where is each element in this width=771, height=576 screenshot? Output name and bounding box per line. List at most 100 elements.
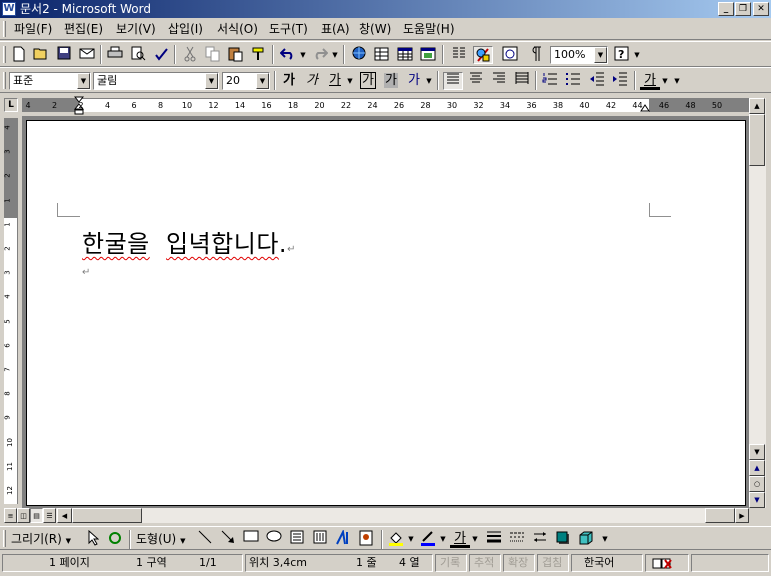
underline-button[interactable]: 가 [325,72,345,90]
char-scale-button[interactable]: 가 [404,72,424,90]
body-paragraph[interactable]: 한굴을 입녁합니다.↵ ↵ [82,229,296,279]
scroll-down-button[interactable]: ▼ [749,444,765,460]
style-combo[interactable]: 표준 ▼ [9,72,91,90]
line-color-icon[interactable] [418,530,438,548]
select-browse-object-button[interactable]: ○ [749,476,765,492]
char-scale-dropdown[interactable]: ▼ [425,72,433,90]
status-ovr[interactable]: 겹침 [537,554,569,572]
bold-button[interactable]: 가 [279,72,299,90]
increase-indent-icon[interactable] [610,72,630,90]
status-ext[interactable]: 확장 [503,554,535,572]
chevron-down-icon[interactable]: ▼ [256,73,269,89]
close-button[interactable]: ✕ [753,2,769,16]
scroll-up-button[interactable]: ▲ [749,98,765,114]
scroll-right-button[interactable]: ▶ [735,508,749,523]
scroll-left-button[interactable]: ◀ [57,508,72,523]
print-icon[interactable] [105,46,125,64]
line-color-dropdown[interactable]: ▼ [439,530,447,548]
char-shading-button[interactable]: 가 [381,72,401,90]
3d-icon[interactable] [576,530,596,548]
save-icon[interactable] [54,46,74,64]
undo-icon[interactable] [278,46,298,64]
undo-dropdown[interactable]: ▼ [299,46,307,64]
spelling-status-panel[interactable] [645,554,689,572]
distributed-icon[interactable] [512,72,532,90]
spelling-icon[interactable] [151,46,171,64]
minimize-button[interactable]: _ [718,2,734,16]
vertical-ruler[interactable]: 4 3 2 1 1 2 3 4 5 6 7 8 9 10 11 12 [4,118,18,504]
next-page-button[interactable]: ▼ [749,492,765,508]
vertical-scrollbar[interactable]: ▲ ▼ ▲ ○ ▼ [749,98,766,508]
zoom-combo[interactable]: 100% ▼ [550,46,608,64]
oval-icon[interactable] [264,530,284,548]
font-color-button[interactable]: 가 [640,72,660,90]
draw-menu-button[interactable]: 그리기(R) ▼ [11,531,71,547]
menu-table[interactable]: 표(A) [320,21,351,37]
normal-view-button[interactable]: ≡ [4,508,17,523]
dash-style-icon[interactable] [507,530,527,548]
horizontal-scrollbar[interactable]: ≡ ◫ ▤ ☰ ◀ ▶ [4,508,749,523]
shadow-icon[interactable] [553,530,573,548]
scroll-thumb[interactable] [749,114,765,166]
wordart-icon[interactable] [333,528,353,548]
decrease-indent-icon[interactable] [587,72,607,90]
font-color-dropdown[interactable]: ▼ [471,530,479,548]
drawing-icon[interactable] [473,46,493,64]
text-box-icon[interactable] [287,530,307,548]
draw-font-color-button[interactable]: 가 [450,530,470,548]
misspelled-word[interactable]: 입녁합니다 [166,230,279,258]
print-layout-view-button[interactable]: ▤ [30,508,43,523]
menu-edit[interactable]: 편집(E) [63,21,104,37]
hscroll-thumb[interactable] [72,508,142,523]
tab-selector[interactable]: L [4,98,18,112]
line-icon[interactable] [195,530,215,548]
toolbar-grip[interactable] [3,72,6,89]
chevron-down-icon[interactable]: ▼ [205,73,218,89]
status-language[interactable]: 한국어 [571,554,643,572]
rectangle-icon[interactable] [241,530,261,548]
font-size-combo[interactable]: 20 ▼ [222,72,270,90]
format-painter-icon[interactable] [249,46,269,64]
toolbar-grip[interactable] [3,46,6,63]
bullets-icon[interactable] [563,72,583,90]
redo-dropdown[interactable]: ▼ [331,46,339,64]
outline-view-button[interactable]: ☰ [43,508,56,523]
document-page[interactable]: 한굴을 입녁합니다.↵ ↵ [26,120,746,506]
insert-excel-icon[interactable] [418,46,438,64]
toolbar-options-dropdown[interactable]: ▼ [633,46,641,64]
word-app-icon[interactable]: W [2,2,16,16]
select-objects-icon[interactable] [83,529,103,548]
paste-icon[interactable] [226,46,246,64]
hyperlink-icon[interactable] [349,46,369,64]
align-center-icon[interactable] [466,72,486,90]
insert-table-icon[interactable] [395,46,415,64]
menu-insert[interactable]: 삽입(I) [167,21,204,37]
restore-button[interactable]: ❐ [735,2,751,16]
underline-dropdown[interactable]: ▼ [346,72,354,90]
cut-icon[interactable] [180,46,200,64]
print-preview-icon[interactable] [128,46,148,64]
arrow-icon[interactable] [218,530,238,548]
toolbar-options-dropdown[interactable]: ▼ [673,72,681,90]
previous-page-button[interactable]: ▲ [749,460,765,476]
status-rec[interactable]: 기록 [435,554,467,572]
email-icon[interactable] [77,46,97,64]
chevron-down-icon[interactable]: ▼ [594,47,607,63]
tables-borders-icon[interactable] [372,46,392,64]
arrow-style-icon[interactable] [530,530,550,548]
menu-view[interactable]: 보기(V) [115,21,157,37]
document-map-icon[interactable] [500,46,520,64]
autoshapes-menu-button[interactable]: 도형(U) ▼ [136,531,185,547]
clip-art-icon[interactable] [356,530,376,548]
menubar-grip[interactable] [3,21,6,37]
menu-tools[interactable]: 도구(T) [268,21,309,37]
menu-window[interactable]: 창(W) [358,21,392,37]
status-trk[interactable]: 추적 [469,554,501,572]
ruler-track[interactable]: 4 2 2 4 6 8 10 12 14 16 18 20 22 24 26 28 30 32 34 36 38 40 42… [22,96,749,115]
numbering-icon[interactable] [540,72,560,90]
menu-format[interactable]: 서식(O) [216,21,259,37]
chevron-down-icon[interactable]: ▼ [77,73,90,89]
italic-button[interactable]: 가 [302,72,322,90]
menu-file[interactable]: 파일(F) [13,21,53,37]
font-combo[interactable]: 굴림 ▼ [93,72,219,90]
